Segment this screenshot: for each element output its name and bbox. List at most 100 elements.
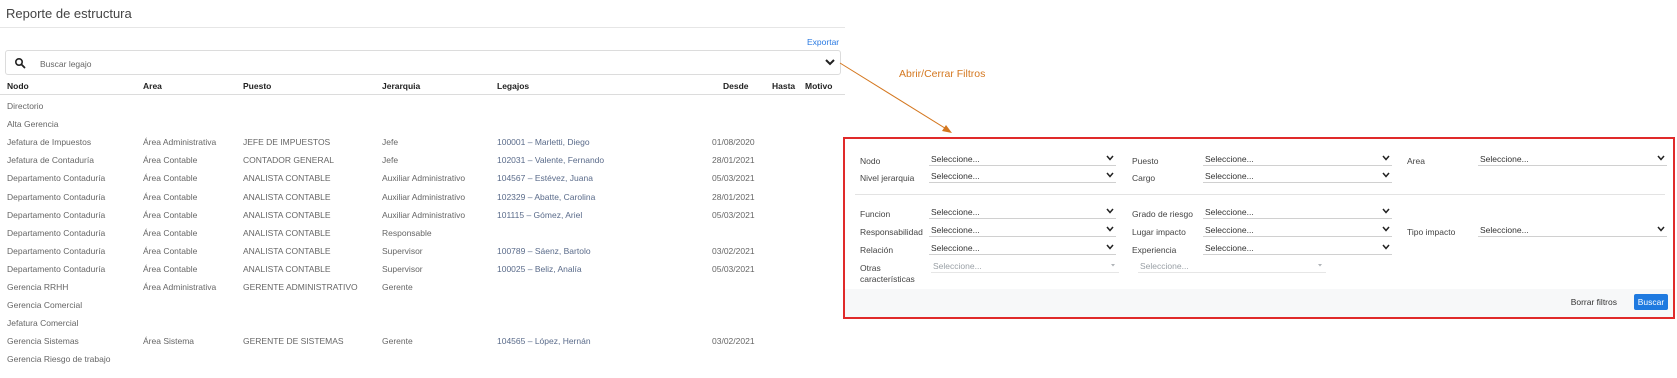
column-header-puesto[interactable]: Puesto — [243, 81, 271, 91]
filter-select-value: Seleccione... — [1140, 261, 1189, 271]
filter-label-lugar-impacto: Lugar impacto — [1132, 227, 1186, 237]
cell-jerarquia: Auxiliar Administrativo — [382, 191, 466, 202]
table-row[interactable]: Departamento Contaduría Área Contable ANAL… — [0, 264, 845, 280]
cell-desde: 03/02/2021 — [712, 245, 755, 256]
cell-legajos: 100025 – Beliz, Analía — [497, 263, 582, 274]
column-header-legajos[interactable]: Legajos — [497, 81, 529, 91]
cell-area: Área Sistema — [143, 336, 195, 347]
search-bar — [5, 50, 841, 75]
column-header-desde[interactable]: Desde — [723, 81, 749, 91]
caret-down-icon — [1318, 264, 1322, 267]
filter-panel: Nodo Seleccione... Puesto Seleccione... … — [843, 137, 1675, 319]
filter-section-divider — [855, 194, 1665, 195]
cell-puesto: ANALISTA CONTABLE — [243, 227, 331, 238]
filter-select-funcion[interactable]: Seleccione... — [929, 206, 1116, 219]
table-row[interactable]: Gerencia Comercial — [0, 300, 845, 316]
cell-nodo: Jefatura de Impuestos — [7, 137, 92, 148]
cell-jerarquia: Gerente — [382, 336, 413, 347]
column-header-jerarquia[interactable]: Jerarquia — [382, 81, 420, 91]
cell-puesto: CONTADOR GENERAL — [243, 155, 334, 166]
cell-desde: 03/02/2021 — [712, 336, 755, 347]
column-header-motivo[interactable]: Motivo — [805, 81, 832, 91]
cell-jerarquia: Supervisor — [382, 245, 423, 256]
cell-puesto: ANALISTA CONTABLE — [243, 173, 331, 184]
filter-footer: Borrar filtros Buscar — [845, 289, 1673, 317]
filter-select-value: Seleccione... — [1205, 243, 1254, 253]
cell-jerarquia: Jefe — [382, 155, 399, 166]
cell-legajos: 104567 – Estévez, Juana — [497, 173, 593, 184]
cell-nodo: Departamento Contaduría — [7, 263, 106, 274]
cell-area: Área Contable — [143, 191, 198, 202]
filter-select-value: Seleccione... — [931, 207, 980, 217]
filter-select-value: Seleccione... — [1480, 225, 1529, 235]
cell-jerarquia: Supervisor — [382, 263, 423, 274]
cell-jerarquia: Gerente — [382, 282, 413, 292]
search-icon — [14, 57, 26, 69]
annotation-arrow — [839, 62, 952, 133]
export-link[interactable]: Exportar — [807, 37, 839, 47]
filter-select-cargo[interactable]: Seleccione... — [1203, 170, 1392, 183]
filter-label-relacion: Relación — [860, 245, 894, 255]
search-input[interactable] — [38, 54, 782, 73]
cell-area: Área Contable — [143, 209, 198, 220]
table-row[interactable]: Departamento Contaduría Área Contable ANAL… — [0, 173, 845, 189]
filter-select-experiencia[interactable]: Seleccione... — [1203, 242, 1392, 255]
search-button[interactable]: Buscar — [1634, 294, 1668, 310]
cell-desde: 28/01/2021 — [712, 191, 755, 202]
table-row[interactable]: Directorio — [0, 101, 845, 117]
cell-area: Área Contable — [143, 155, 198, 166]
cell-area: Área Contable — [143, 263, 198, 274]
cell-nodo: Departamento Contaduría — [7, 227, 106, 238]
table-row[interactable]: Departamento Contaduría Área Contable ANAL… — [0, 246, 845, 262]
table-row[interactable]: Gerencia RRHH Área Administrativa GERENTE … — [0, 282, 845, 298]
filter-select-puesto[interactable]: Seleccione... — [1203, 153, 1392, 166]
table-header: Nodo Area Puesto Jerarquia Legajos Desde… — [0, 81, 845, 93]
cell-puesto: ANALISTA CONTABLE — [243, 191, 331, 202]
cell-nodo: Departamento Contaduría — [7, 191, 106, 202]
filter-select-value: Seleccione... — [931, 243, 980, 253]
table-row[interactable]: Jefatura de Contaduría Área Contable CONTA… — [0, 155, 845, 171]
filter-select-relacion[interactable]: Seleccione... — [929, 242, 1116, 255]
table-row[interactable]: Gerencia Riesgo de trabajo — [0, 354, 845, 370]
filter-select-nodo[interactable]: Seleccione... — [929, 153, 1116, 166]
cell-area: Área Administrativa — [143, 282, 217, 292]
filter-label-tipo-impacto: Tipo impacto — [1407, 227, 1456, 237]
cell-nodo: Departamento Contaduría — [7, 173, 106, 184]
column-header-nodo[interactable]: Nodo — [7, 81, 29, 91]
caret-down-icon — [1111, 264, 1115, 267]
filter-label-nodo: Nodo — [860, 156, 881, 166]
filter-select-responsabilidad[interactable]: Seleccione... — [929, 224, 1116, 237]
filter-select-nivel-jerarquia[interactable]: Seleccione... — [929, 170, 1116, 183]
filter-select-otras-caracteristicas-1[interactable]: Seleccione... — [931, 260, 1119, 273]
table-row[interactable]: Jefatura de Impuestos Área Administrativa… — [0, 137, 845, 153]
filter-select-value: Seleccione... — [1480, 154, 1529, 164]
clear-filters-button[interactable]: Borrar filtros — [1571, 297, 1617, 307]
filter-select-area[interactable]: Seleccione... — [1478, 153, 1667, 166]
cell-nodo: Departamento Contaduría — [7, 245, 106, 256]
cell-puesto: ANALISTA CONTABLE — [243, 263, 331, 274]
column-header-area[interactable]: Area — [143, 81, 162, 91]
filter-label-responsabilidad: Responsabilidad — [860, 227, 923, 237]
filter-select-tipo-impacto[interactable]: Seleccione... — [1478, 224, 1667, 237]
table-row[interactable]: Alta Gerencia — [0, 119, 845, 135]
cell-nodo: Jefatura de Contaduría — [7, 155, 94, 166]
cell-nodo: Departamento Contaduría — [7, 209, 106, 220]
table-row[interactable]: Departamento Contaduría Área Contable ANAL… — [0, 228, 845, 244]
filter-select-otras-caracteristicas-2[interactable]: Seleccione... — [1138, 260, 1326, 273]
filter-select-grado-riesgo[interactable]: Seleccione... — [1203, 206, 1392, 219]
column-header-hasta[interactable]: Hasta — [772, 81, 795, 91]
table-row[interactable]: Gerencia Sistemas Área Sistema GERENTE DE … — [0, 336, 845, 352]
filter-select-value: Seleccione... — [931, 225, 980, 235]
filter-select-lugar-impacto[interactable]: Seleccione... — [1203, 224, 1392, 237]
table-row[interactable]: Departamento Contaduría Área Contable ANAL… — [0, 192, 845, 208]
cell-nodo: Gerencia Sistemas — [7, 336, 79, 347]
table-row[interactable]: Jefatura Comercial — [0, 318, 845, 334]
chevron-down-icon — [1382, 172, 1390, 178]
table-row[interactable]: Departamento Contaduría Área Contable ANAL… — [0, 210, 845, 226]
filter-select-value: Seleccione... — [1205, 171, 1254, 181]
cell-area: Área Contable — [143, 227, 198, 238]
filter-select-value: Seleccione... — [1205, 225, 1254, 235]
cell-puesto: GERENTE DE SISTEMAS — [243, 336, 344, 347]
filter-label-otras-caracteristicas: Otras características — [860, 263, 915, 284]
cell-legajos: 102031 – Valente, Fernando — [497, 155, 605, 166]
